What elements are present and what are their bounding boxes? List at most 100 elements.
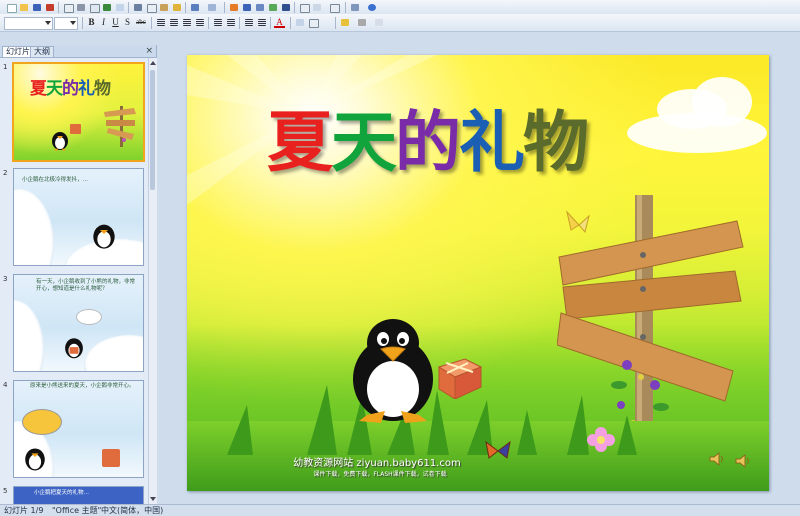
paste-icon[interactable] bbox=[158, 2, 171, 14]
thumb-text: 小企鹅在北极冷得发抖，… bbox=[22, 177, 89, 183]
insert-table-icon[interactable] bbox=[228, 2, 241, 14]
new-slide-icon[interactable] bbox=[328, 2, 341, 14]
research-icon[interactable] bbox=[114, 2, 127, 14]
cut-icon[interactable] bbox=[132, 2, 145, 14]
thumb-text: 原来是小熊送来的夏天，小企鹅非常开心。 bbox=[30, 383, 135, 389]
scroll-thumb[interactable] bbox=[150, 70, 155, 190]
penguin-illustration bbox=[65, 338, 83, 359]
slide-number: 3 bbox=[3, 275, 8, 283]
chevron-down-icon bbox=[70, 21, 76, 25]
font-name-combo[interactable] bbox=[4, 17, 53, 30]
redo-icon[interactable] bbox=[206, 2, 219, 14]
penguin-illustration bbox=[25, 448, 45, 471]
slide-counter: 幻灯片 1/9 bbox=[4, 506, 44, 515]
toolbar-separator bbox=[128, 2, 129, 13]
thumbnail-scrollbar[interactable] bbox=[148, 58, 157, 504]
effects-icon[interactable] bbox=[373, 17, 386, 29]
current-slide[interactable]: 夏天的礼物 幼教资源网站 ziyuan.baby611.com 课件下载，免费下… bbox=[187, 55, 769, 491]
italic-button[interactable]: I bbox=[98, 17, 109, 28]
bold-button[interactable]: B bbox=[86, 17, 97, 28]
slide-number: 4 bbox=[3, 381, 8, 389]
formatting-toolbar: B I U S abc A bbox=[0, 14, 800, 32]
toolbar-separator bbox=[82, 17, 83, 29]
open-icon[interactable] bbox=[18, 2, 31, 14]
print-preview-icon[interactable] bbox=[88, 2, 101, 14]
thumb-title: 夏天的礼物 bbox=[30, 74, 111, 99]
thought-bubble bbox=[76, 309, 102, 325]
insert-shape-icon[interactable] bbox=[254, 2, 267, 14]
numbering-icon[interactable] bbox=[212, 17, 225, 29]
justify-icon[interactable] bbox=[194, 17, 207, 29]
new-slide-button-icon[interactable] bbox=[307, 17, 320, 29]
watermark-subtext: 课件下载，免费下载，FLASH课件下载，试卷下载 bbox=[313, 471, 447, 478]
decrease-indent-icon[interactable] bbox=[243, 17, 256, 29]
slide-thumbnail-5[interactable]: 小企鹅把夏天的礼物… bbox=[13, 486, 144, 506]
align-right-icon[interactable] bbox=[181, 17, 194, 29]
design-icon[interactable] bbox=[311, 2, 324, 14]
thumb-title-char: 礼 bbox=[78, 79, 95, 99]
insert-chart-icon[interactable] bbox=[241, 2, 254, 14]
help-icon[interactable] bbox=[366, 2, 379, 14]
strikethrough-button[interactable]: abc bbox=[134, 17, 148, 28]
shadow-button[interactable]: S bbox=[122, 17, 133, 28]
gift-box-illustration bbox=[437, 358, 483, 399]
gift-box-illustration bbox=[102, 449, 120, 467]
signpost-illustration bbox=[104, 106, 136, 147]
toolbar-separator bbox=[151, 17, 152, 29]
font-size-combo[interactable] bbox=[54, 17, 78, 30]
title-char: 夏 bbox=[267, 104, 333, 181]
slide-thumbnail-1[interactable]: 夏天的礼物 bbox=[12, 62, 145, 162]
font-color-button[interactable]: A bbox=[274, 17, 285, 28]
permission-icon[interactable] bbox=[44, 2, 57, 14]
new-icon[interactable] bbox=[5, 2, 18, 14]
snow-hill bbox=[14, 300, 44, 371]
toolbar-separator bbox=[185, 2, 186, 13]
slide-title[interactable]: 夏天的礼物 bbox=[267, 89, 589, 185]
spelling-icon[interactable] bbox=[101, 2, 114, 14]
title-char: 礼 bbox=[459, 104, 525, 181]
align-left-icon[interactable] bbox=[155, 17, 168, 29]
scroll-down-icon[interactable] bbox=[150, 497, 156, 501]
slide-thumbnail-2[interactable]: 小企鹅在北极冷得发抖，… bbox=[13, 168, 144, 266]
tab-outline[interactable]: 大纲 bbox=[30, 46, 54, 57]
print-icon[interactable] bbox=[75, 2, 88, 14]
theme-name: "Office 主题" bbox=[52, 506, 102, 515]
toolbar-separator bbox=[58, 2, 59, 13]
increase-indent-icon[interactable] bbox=[256, 17, 269, 29]
slide-number: 2 bbox=[3, 169, 8, 177]
slide-layout-icon[interactable] bbox=[298, 2, 311, 14]
format-painter-icon[interactable] bbox=[171, 2, 184, 14]
slide-thumbnail-4[interactable]: 原来是小熊送来的夏天，小企鹅非常开心。 bbox=[13, 380, 144, 478]
watermark-text: 幼教资源网站 ziyuan.baby611.com bbox=[293, 458, 461, 469]
sun-illustration bbox=[22, 409, 62, 435]
slides-pane: 幻灯片 大纲 × 1 夏天的礼物 2 小企鹅在北极冷得发抖，… 3 有一天，小企… bbox=[0, 45, 157, 506]
save-icon[interactable] bbox=[31, 2, 44, 14]
insert-textbox-icon[interactable] bbox=[280, 2, 293, 14]
slide-number: 1 bbox=[3, 63, 8, 71]
zoom-icon[interactable] bbox=[349, 2, 362, 14]
title-char: 的 bbox=[395, 104, 461, 181]
flower-illustration bbox=[587, 427, 615, 452]
insert-picture-icon[interactable] bbox=[267, 2, 280, 14]
align-center-icon[interactable] bbox=[168, 17, 181, 29]
underline-button[interactable]: U bbox=[110, 17, 121, 28]
toolbar-separator bbox=[290, 17, 291, 29]
slide-thumbnail-3[interactable]: 有一天，小企鹅收到了小熊的礼物，非常开心，想知道是什么礼物呢？ bbox=[13, 274, 144, 372]
title-char: 天 bbox=[331, 104, 397, 181]
penguin-illustration bbox=[353, 319, 433, 423]
fill-color-icon[interactable] bbox=[339, 17, 352, 29]
line-color-icon[interactable] bbox=[356, 17, 369, 29]
bullets-icon[interactable] bbox=[225, 17, 238, 29]
speaker-icon[interactable] bbox=[709, 451, 725, 467]
close-icon[interactable]: × bbox=[145, 45, 153, 57]
copy-icon[interactable] bbox=[145, 2, 158, 14]
email-icon[interactable] bbox=[62, 2, 75, 14]
scroll-up-icon[interactable] bbox=[150, 61, 156, 65]
penguin-illustration bbox=[52, 132, 68, 151]
speaker-icon[interactable] bbox=[735, 453, 751, 469]
snow-hill bbox=[84, 335, 143, 371]
thumb-text: 小企鹅把夏天的礼物… bbox=[34, 490, 90, 496]
toolbar-separator bbox=[208, 17, 209, 29]
undo-icon[interactable] bbox=[189, 2, 202, 14]
design-button-icon[interactable] bbox=[294, 17, 307, 29]
